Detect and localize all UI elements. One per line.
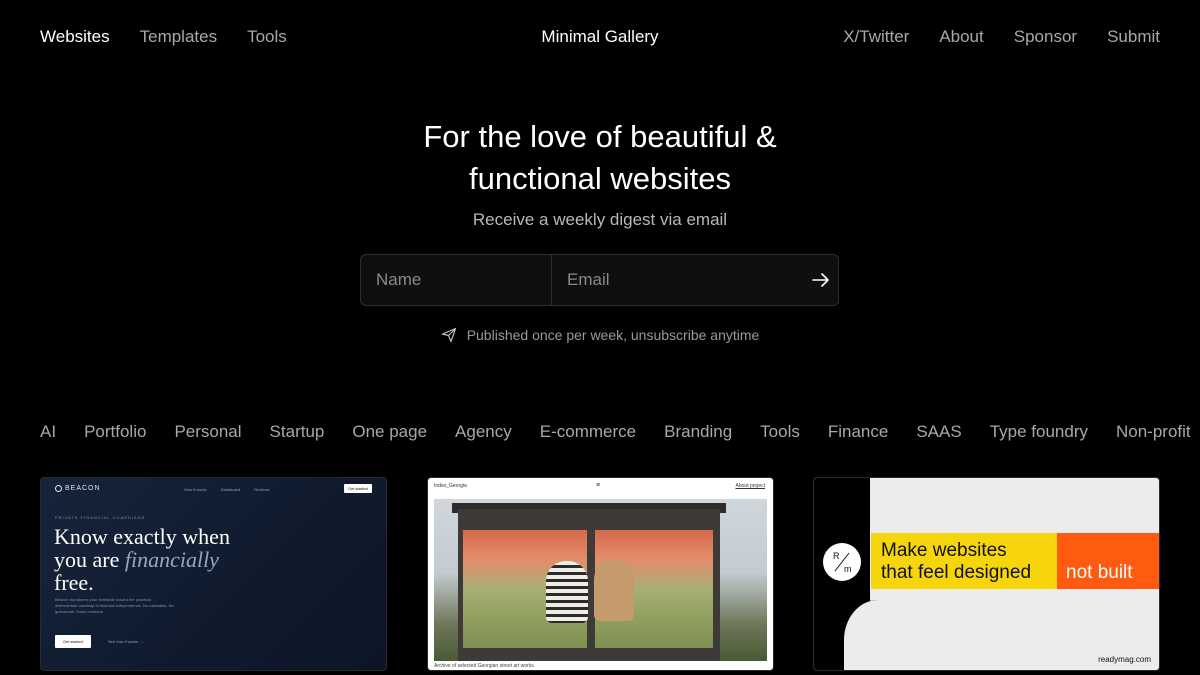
index-caption: Archive of selected Georgian street art … (434, 663, 536, 669)
nav-tools[interactable]: Tools (247, 26, 287, 48)
readymag-yellow-line: that feel designed (881, 562, 1032, 583)
mural-figure (594, 559, 634, 621)
gallery-card-index-georgia[interactable]: Index_Georgia ≡ About project Archive of… (427, 477, 774, 671)
nav-submit[interactable]: Submit (1107, 26, 1160, 48)
gallery-card-readymag[interactable]: R m Make websites that feel designed not… (813, 477, 1160, 671)
svg-text:R: R (833, 551, 840, 561)
subscribe-form (360, 254, 839, 306)
name-input[interactable] (361, 255, 552, 305)
brand-logo[interactable]: Minimal Gallery (541, 27, 658, 46)
hero-title: For the love of beautiful & functional w… (0, 116, 1200, 200)
email-input[interactable] (552, 255, 803, 305)
category-type-foundry[interactable]: Type foundry (990, 421, 1088, 443)
category-non-profit[interactable]: Non-profit (1116, 421, 1191, 443)
nav-sponsor[interactable]: Sponsor (1014, 26, 1077, 48)
readymag-orange-block: not built (1057, 533, 1159, 589)
beacon-link: See how it works → (108, 639, 144, 644)
nav-twitter[interactable]: X/Twitter (843, 26, 909, 48)
readymag-curve-shape (838, 600, 928, 670)
beacon-logo-text: BEACON (65, 485, 101, 492)
gallery-card-beacon[interactable]: BEACON How it works Dashboard Reviews Ge… (40, 477, 387, 671)
arrow-right-icon (811, 273, 829, 287)
category-filter-bar: AI Portfolio Personal Startup One page A… (40, 421, 1200, 443)
beacon-eyebrow: PRIVATE FINANCIAL GUARDIANS (55, 515, 146, 520)
category-agency[interactable]: Agency (455, 421, 512, 443)
beacon-nav-button: Get started (344, 484, 372, 493)
category-one-page[interactable]: One page (352, 421, 427, 443)
readymag-yellow-line: Make websites (881, 540, 1007, 561)
beacon-headline-italic: financially (124, 547, 219, 572)
category-branding[interactable]: Branding (664, 421, 732, 443)
street-art-photo (434, 499, 767, 661)
beacon-headline-line: you are financially (54, 548, 230, 571)
category-ecommerce[interactable]: E-commerce (540, 421, 636, 443)
svg-text:m: m (844, 564, 852, 574)
index-title: Index_Georgia (434, 483, 467, 489)
beacon-nav-item: How it works (184, 487, 207, 492)
beacon-nav-item: Dashboard (220, 487, 241, 492)
beacon-cta: Get started (55, 635, 91, 648)
category-tools[interactable]: Tools (760, 421, 800, 443)
beacon-headline-text: you are (54, 547, 125, 572)
readymag-logo-mark: R m (833, 551, 852, 574)
nav-templates[interactable]: Templates (140, 26, 217, 48)
nav-about[interactable]: About (939, 26, 983, 48)
hamburger-icon: ≡ (596, 482, 601, 489)
nav-right: X/Twitter About Sponsor Submit (843, 26, 1160, 48)
category-ai[interactable]: AI (40, 421, 56, 443)
category-portfolio[interactable]: Portfolio (84, 421, 146, 443)
beacon-headline-line: Know exactly when (54, 524, 230, 549)
beacon-mini-nav: How it works Dashboard Reviews (184, 487, 269, 492)
beacon-headline: Know exactly when you are financially fr… (54, 525, 230, 594)
beacon-headline-line: free. (54, 570, 94, 595)
nav-left: Websites Templates Tools (40, 26, 287, 48)
hero-title-line1: For the love of beautiful & (423, 119, 777, 154)
category-finance[interactable]: Finance (828, 421, 888, 443)
subscribe-submit-button[interactable] (803, 255, 838, 305)
category-startup[interactable]: Startup (270, 421, 325, 443)
nav-websites[interactable]: Websites (40, 26, 110, 48)
readymag-yellow-block: Make websites that feel designed (871, 533, 1057, 589)
readymag-logo-icon: R m (823, 543, 861, 581)
category-saas[interactable]: SAAS (916, 421, 961, 443)
hero-subtitle: Receive a weekly digest via email (472, 210, 728, 229)
beacon-paragraph: Beacon transforms your timetable toward … (55, 597, 174, 614)
beacon-nav-item: Reviews (254, 487, 270, 492)
beacon-logo-icon (55, 485, 62, 492)
subscribe-note-text: Published once per week, unsubscribe any… (466, 327, 760, 343)
paper-plane-icon (441, 327, 456, 343)
mural-figure (546, 561, 588, 623)
beacon-logo: BEACON (55, 485, 101, 492)
category-personal[interactable]: Personal (174, 421, 241, 443)
index-about-link: About project (735, 483, 765, 489)
readymag-domain: readymag.com (1098, 655, 1151, 664)
hero-title-line2: functional websites (469, 161, 731, 196)
subscribe-note: Published once per week, unsubscribe any… (0, 327, 1200, 343)
top-nav: Websites Templates Tools Minimal Gallery… (0, 0, 1200, 74)
